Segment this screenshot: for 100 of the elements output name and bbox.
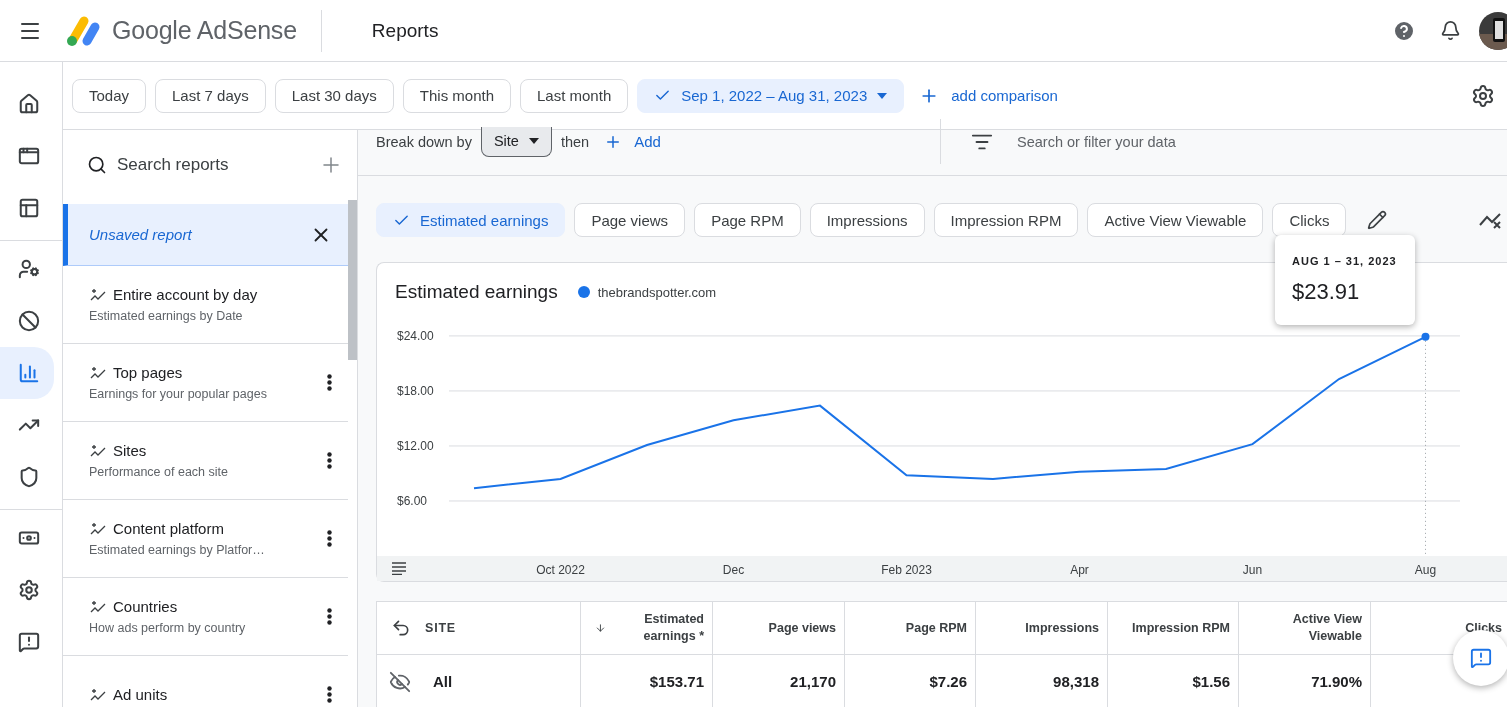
- column-header[interactable]: Page views: [713, 602, 845, 655]
- report-title: Countries: [113, 598, 178, 615]
- breakdown-select[interactable]: Site: [480, 126, 552, 157]
- more-icon: [327, 374, 332, 391]
- date-chip[interactable]: Today: [72, 78, 147, 113]
- metric-chip[interactable]: Impressions: [809, 203, 925, 237]
- more-button[interactable]: [327, 530, 332, 547]
- list-icon[interactable]: [392, 561, 406, 575]
- search-reports-field[interactable]: Search reports: [117, 155, 309, 175]
- axis-label: $24.00: [397, 328, 434, 343]
- column-header[interactable]: SITE: [377, 602, 581, 655]
- report-item[interactable]: Sites Performance of each site: [63, 422, 348, 500]
- axis-label: Feb 2023: [881, 562, 932, 577]
- metric-chip[interactable]: Page RPM: [694, 203, 801, 237]
- feedback-icon: [1470, 647, 1492, 669]
- search-icon: [87, 155, 107, 175]
- sparkle-line-icon: [89, 287, 107, 302]
- sparkle-line-icon: [89, 443, 107, 458]
- axis-label: Oct 2022: [536, 562, 585, 577]
- edit-button[interactable]: [1367, 210, 1388, 230]
- more-icon: [327, 608, 332, 625]
- layout-icon: [18, 197, 40, 219]
- block-icon: [18, 310, 40, 332]
- column-header[interactable]: Page RPM: [845, 602, 976, 655]
- settings-button[interactable]: [1471, 83, 1495, 108]
- metric-chip[interactable]: Active View Viewable: [1087, 203, 1264, 237]
- date-chip[interactable]: Last month: [520, 78, 629, 113]
- metric-chip[interactable]: Impression RPM: [933, 203, 1079, 237]
- report-item[interactable]: Content platform Estimated earnings by Platfor…: [63, 500, 348, 578]
- trend-compare-icon[interactable]: [1479, 211, 1503, 229]
- report-title: Content platform: [113, 520, 224, 537]
- tooltip-value: $23.91: [1292, 279, 1361, 305]
- more-icon: [327, 452, 332, 469]
- window-icon: [18, 145, 40, 167]
- report-subtitle: How ads perform by country: [89, 621, 247, 635]
- report-item[interactable]: Ad units: [63, 656, 348, 707]
- report-title: Entire account by day: [113, 286, 258, 303]
- more-button[interactable]: [327, 608, 332, 625]
- chart-title: Estimated earnings: [395, 281, 558, 304]
- bar-chart-icon: [18, 362, 40, 384]
- cell-text: 98,318: [1053, 673, 1099, 690]
- notifications-button[interactable]: [1440, 20, 1461, 41]
- current-report[interactable]: Unsaved report: [63, 204, 348, 266]
- nav-item[interactable]: [0, 347, 54, 399]
- report-item[interactable]: Countries How ads perform by country: [63, 578, 348, 656]
- date-chip[interactable]: Last 7 days: [155, 78, 266, 113]
- column-header[interactable]: Estimated earnings *: [581, 602, 713, 655]
- axis-label: Apr: [1070, 562, 1089, 577]
- axis-label: $18.00: [397, 383, 434, 398]
- cell-text: 21,170: [790, 673, 836, 690]
- report-subtitle: Performance of each site: [89, 465, 229, 479]
- caret-icon: [877, 92, 888, 99]
- cell-text: $1.56: [1192, 673, 1230, 690]
- data-point: [1421, 332, 1430, 341]
- column-header[interactable]: Impressions: [976, 602, 1108, 655]
- more-icon: [327, 686, 332, 703]
- column-header[interactable]: Impression RPM: [1108, 602, 1239, 655]
- metric-chip[interactable]: Estimated earnings: [376, 203, 566, 237]
- filter-field[interactable]: Search or filter your data: [941, 119, 1507, 164]
- app-name: Google AdSense: [112, 16, 297, 45]
- axis-label: $6.00: [397, 493, 428, 508]
- legend-label: thebrandspotter.com: [597, 284, 717, 300]
- shield-icon: [18, 466, 40, 488]
- tooltip-date: AUG 1 – 31, 2023: [1292, 255, 1398, 267]
- feedback-icon: [18, 631, 40, 653]
- axis-label: $12.00: [397, 438, 434, 453]
- hidden-eye-icon[interactable]: [389, 670, 411, 693]
- axis-label: Dec: [722, 562, 745, 577]
- axis-label: Aug: [1414, 562, 1437, 577]
- more-button[interactable]: [327, 452, 332, 469]
- date-chip[interactable]: This month: [402, 78, 511, 113]
- report-title: Ad units: [113, 686, 168, 703]
- more-button[interactable]: [327, 686, 332, 703]
- axis-label: Jun: [1242, 562, 1263, 577]
- more-button[interactable]: [327, 374, 332, 391]
- add-breakdown-link[interactable]: Add: [598, 132, 667, 151]
- sparkle-line-icon: [89, 599, 107, 614]
- sparkle-line-icon: [89, 687, 107, 702]
- house-icon: [18, 93, 40, 115]
- report-subtitle: Estimated earnings by Date: [89, 309, 244, 323]
- then-label: then: [560, 133, 590, 150]
- metric-chip[interactable]: Page views: [574, 203, 686, 237]
- report-title: Top pages: [113, 364, 183, 381]
- report-item[interactable]: Top pages Earnings for your popular pages: [63, 344, 348, 422]
- report-subtitle: Earnings for your popular pages: [89, 387, 268, 401]
- date-chip[interactable]: Sep 1, 2022 – Aug 31, 2023: [637, 78, 905, 113]
- date-chip[interactable]: Last 30 days: [274, 78, 394, 113]
- cell-text: All: [433, 673, 453, 690]
- user-gear-icon: [18, 258, 40, 280]
- metric-chip[interactable]: Clicks: [1272, 203, 1347, 237]
- cell-text: 71.90%: [1311, 673, 1362, 690]
- sparkle-line-icon: [89, 365, 107, 380]
- add-comparison-link[interactable]: add comparison: [913, 85, 1064, 106]
- more-icon: [327, 530, 332, 547]
- column-header[interactable]: Active View Viewable: [1239, 602, 1371, 655]
- undo-icon[interactable]: [391, 618, 411, 638]
- report-subtitle: Estimated earnings by Platfor…: [89, 543, 266, 557]
- scrollbar[interactable]: [348, 200, 357, 360]
- cell-text: $153.71: [649, 673, 704, 690]
- breakdown-label: Break down by: [376, 133, 472, 150]
